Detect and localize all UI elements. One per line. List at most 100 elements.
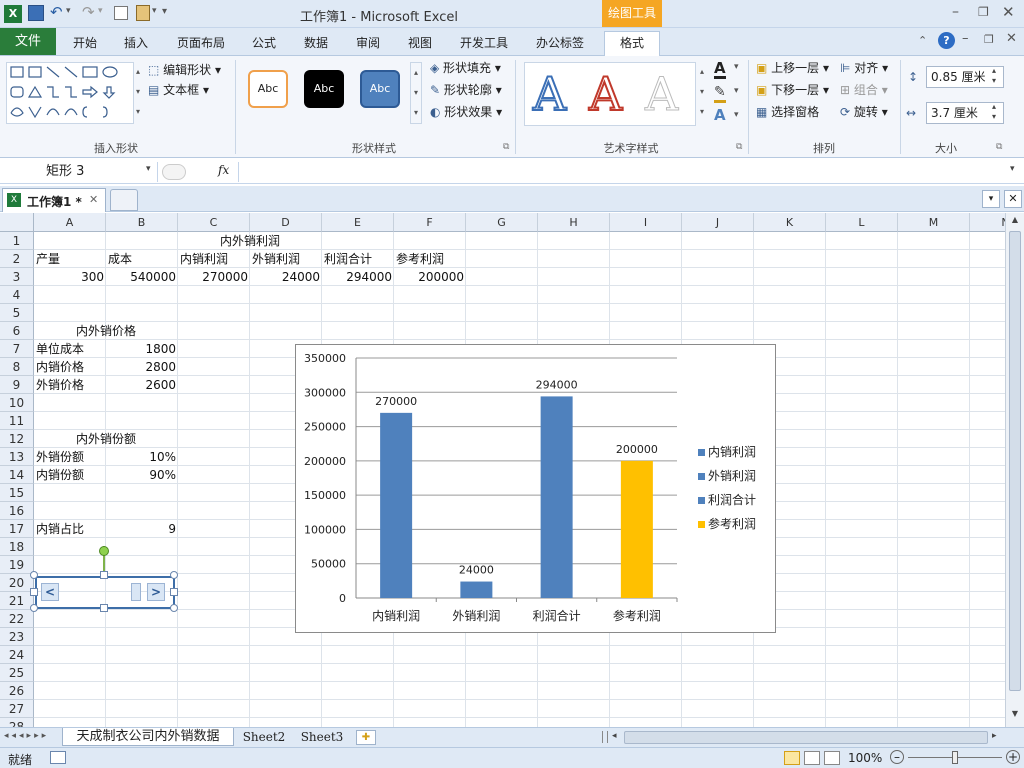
text-effects-dropdown-icon[interactable]: ▾ <box>734 110 739 120</box>
selection-pane-button[interactable]: ▦ 选择窗格 <box>756 102 819 122</box>
cell-a7[interactable]: 单位成本 <box>36 340 84 358</box>
tab-developer[interactable]: 开发工具 <box>452 32 516 54</box>
select-all-corner[interactable] <box>0 213 34 232</box>
scroll-left-icon[interactable]: < <box>41 583 59 601</box>
workbook-minimize-icon[interactable]: – <box>962 31 969 46</box>
row-header-7[interactable]: 7 <box>0 340 34 358</box>
align-button[interactable]: ⊫ 对齐 ▾ <box>840 58 888 78</box>
resize-handle-sw[interactable] <box>30 604 38 612</box>
row-header-4[interactable]: 4 <box>0 286 34 304</box>
legend-item[interactable]: 参考利润 <box>698 517 756 531</box>
save-icon[interactable] <box>28 5 44 21</box>
row-header-17[interactable]: 17 <box>0 520 34 538</box>
insert-sheet-icon[interactable]: ✚ <box>356 730 376 745</box>
minimize-icon[interactable]: – <box>952 4 959 20</box>
paste-icon[interactable] <box>136 5 150 21</box>
shape-style-black[interactable]: Abc <box>304 70 344 108</box>
row-header-1[interactable]: 1 <box>0 232 34 250</box>
cell-f3[interactable]: 200000 <box>394 268 464 286</box>
zoom-slider-thumb[interactable] <box>952 751 958 764</box>
cell-a9[interactable]: 外销价格 <box>36 376 84 394</box>
row-header-2[interactable]: 2 <box>0 250 34 268</box>
scroll-left-sheet-icon[interactable]: ◂ <box>612 731 617 741</box>
row-header-21[interactable]: 21 <box>0 592 34 610</box>
zoom-level[interactable]: 100% <box>848 751 882 765</box>
column-header-k[interactable]: K <box>754 213 826 232</box>
wordart-style-blue[interactable]: A <box>532 66 567 122</box>
sheet-nav-icons[interactable]: ◂◂◂▸▸▸ <box>4 731 49 741</box>
workbook-list-dropdown-icon[interactable]: ▾ <box>982 190 1000 208</box>
expand-formula-bar-icon[interactable]: ▾ <box>1010 164 1015 174</box>
cell-a17[interactable]: 内销占比 <box>36 520 84 538</box>
size-launcher-icon[interactable]: ⧉ <box>996 142 1002 152</box>
page-layout-view-icon[interactable] <box>804 751 820 765</box>
close-icon[interactable]: ✕ <box>1002 3 1015 21</box>
shapes-gallery[interactable] <box>6 62 134 124</box>
wordart-gallery[interactable]: A A A <box>524 62 696 126</box>
text-outline-icon[interactable]: ✎ <box>714 84 726 103</box>
insert-function-icon[interactable]: fx <box>218 163 229 177</box>
row-header-24[interactable]: 24 <box>0 646 34 664</box>
resize-handle-s[interactable] <box>100 604 108 612</box>
tab-home[interactable]: 开始 <box>64 32 106 54</box>
workbook-restore-icon[interactable]: ❐ <box>984 33 994 46</box>
cell-a13[interactable]: 外销份额 <box>36 448 84 466</box>
row-header-16[interactable]: 16 <box>0 502 34 520</box>
shape-fill-button[interactable]: ◈ 形状填充 ▾ <box>430 58 501 78</box>
cell-b7[interactable]: 1800 <box>106 340 176 358</box>
cell-b3[interactable]: 540000 <box>106 268 176 286</box>
row-header-19[interactable]: 19 <box>0 556 34 574</box>
cell-b8[interactable]: 2800 <box>106 358 176 376</box>
cell-b13[interactable]: 10% <box>106 448 176 466</box>
zoom-out-icon[interactable]: – <box>890 750 904 764</box>
cell-c3[interactable]: 270000 <box>178 268 248 286</box>
shape-effects-button[interactable]: ◐ 形状效果 ▾ <box>430 102 502 122</box>
row-header-11[interactable]: 11 <box>0 412 34 430</box>
redo-dropdown-icon[interactable]: ▾ <box>98 6 103 16</box>
column-header-i[interactable]: I <box>610 213 682 232</box>
undo-icon[interactable]: ↶ <box>50 3 63 21</box>
cell-e2[interactable]: 利润合计 <box>324 250 372 268</box>
resize-handle-ne[interactable] <box>170 571 178 579</box>
profit-bar-chart[interactable]: 0 50000 100000 150000 200000 250000 300000 3500… <box>295 344 776 633</box>
new-workbook-tab-button[interactable] <box>110 189 138 211</box>
row-header-23[interactable]: 23 <box>0 628 34 646</box>
column-header-h[interactable]: H <box>538 213 610 232</box>
cell-d3[interactable]: 24000 <box>250 268 320 286</box>
cell-a3[interactable]: 300 <box>34 268 104 286</box>
horizontal-scroll-thumb[interactable] <box>624 731 988 744</box>
column-header-l[interactable]: L <box>826 213 898 232</box>
workbook-tab-close-icon[interactable]: ✕ <box>89 193 98 206</box>
text-fill-icon[interactable]: A <box>714 60 726 79</box>
shape-width-spinner-icon[interactable]: ▴ ▾ <box>992 102 996 122</box>
shape-styles-scroll-icon[interactable]: ▴ ▾ ▾ <box>410 62 422 124</box>
row-header-6[interactable]: 6 <box>0 322 34 340</box>
wordart-style-grey[interactable]: A <box>644 67 678 122</box>
collapse-ribbon-icon[interactable]: ⌃ <box>918 34 927 47</box>
cell-b2[interactable]: 成本 <box>108 250 132 268</box>
wordart-launcher-icon[interactable]: ⧉ <box>736 142 742 152</box>
column-header-m[interactable]: M <box>898 213 970 232</box>
copy-icon[interactable] <box>114 6 128 20</box>
scroll-up-icon[interactable]: ▲ <box>1008 215 1022 229</box>
resize-handle-n[interactable] <box>100 571 108 579</box>
row-header-18[interactable]: 18 <box>0 538 34 556</box>
row-header-12[interactable]: 12 <box>0 430 34 448</box>
redo-icon[interactable]: ↷ <box>82 3 95 21</box>
rotation-handle[interactable] <box>99 546 109 556</box>
resize-handle-se[interactable] <box>170 604 178 612</box>
name-box-dropdown-icon[interactable]: ▾ <box>146 164 151 174</box>
cell-a2[interactable]: 产量 <box>36 250 60 268</box>
row-header-28[interactable]: 28 <box>0 718 34 727</box>
scroll-right-icon[interactable]: > <box>147 583 165 601</box>
close-all-workbooks-icon[interactable]: ✕ <box>1004 190 1022 208</box>
cell-e3[interactable]: 294000 <box>322 268 392 286</box>
workbook-close-icon[interactable]: ✕ <box>1006 31 1017 46</box>
column-header-b[interactable]: B <box>106 213 178 232</box>
formula-input[interactable] <box>238 162 1006 182</box>
scroll-down-icon[interactable]: ▼ <box>1008 709 1022 723</box>
cell-a8[interactable]: 内销价格 <box>36 358 84 376</box>
cell-a14[interactable]: 内销份额 <box>36 466 84 484</box>
rotate-button[interactable]: ⟳ 旋转 ▾ <box>840 102 888 122</box>
workbook-tab-active[interactable]: X 工作簿1 * ✕ <box>2 188 106 212</box>
